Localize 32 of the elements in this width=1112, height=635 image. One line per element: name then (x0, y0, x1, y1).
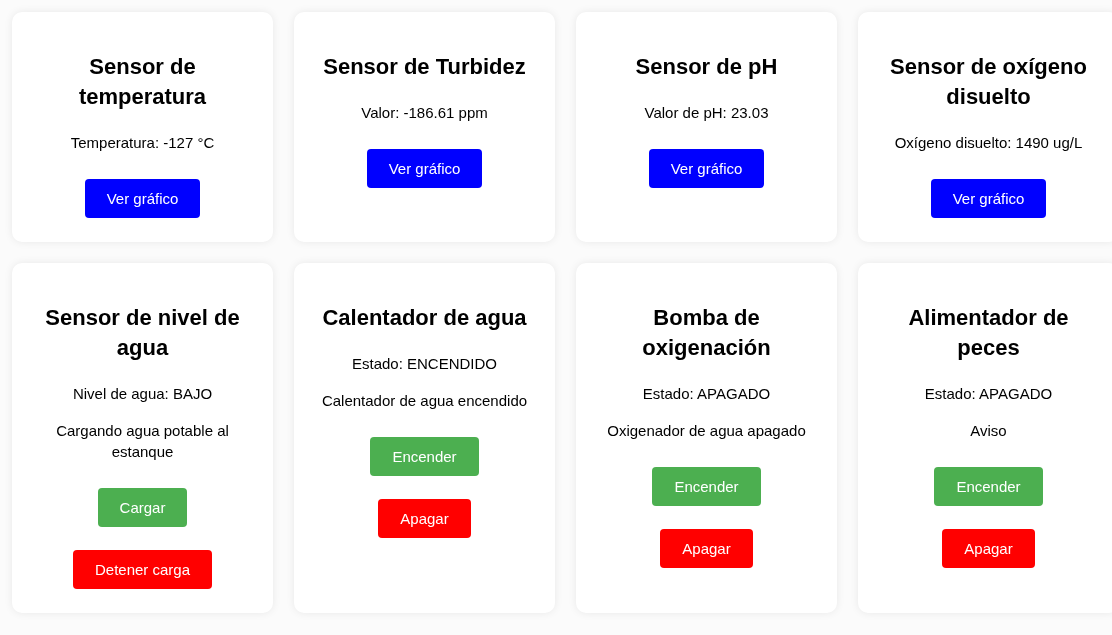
status-text: Calentador de agua encendido (321, 391, 528, 411)
action-button[interactable]: Encender (652, 467, 761, 506)
action-button[interactable]: Apagar (378, 499, 471, 538)
action-button[interactable]: Detener carga (72, 550, 213, 589)
action-button[interactable]: Apagar (942, 529, 1035, 568)
status-text: Nivel de agua: BAJO (72, 384, 213, 404)
card-title: Sensor de Turbidez (323, 53, 526, 81)
card-title: Alimentador de peces (907, 304, 1070, 362)
status-text: Estado: APAGADO (642, 384, 771, 404)
action-button[interactable]: Ver gráfico (366, 149, 483, 188)
card-title: Sensor de pH (635, 53, 778, 81)
action-button[interactable]: Cargar (97, 488, 188, 527)
status-text: Oxígeno disuelto: 1490 ug/L (894, 133, 1083, 153)
status-text: Valor: -186.61 ppm (361, 103, 488, 123)
card-title: Sensor de nivel de agua (44, 304, 241, 362)
status-text: Cargando agua potable al estanque (55, 421, 230, 462)
status-text: Oxigenador de agua apagado (607, 421, 806, 441)
status-text: Estado: ENCENDIDO (351, 354, 497, 374)
card-title: Sensor de temperatura (77, 53, 208, 111)
action-button[interactable]: Apagar (660, 529, 753, 568)
card-title: Calentador de agua (322, 304, 527, 332)
action-button[interactable]: Ver gráfico (930, 179, 1047, 218)
action-button[interactable]: Ver gráfico (648, 149, 765, 188)
status-text: Valor de pH: 23.03 (644, 103, 769, 123)
status-text: Estado: APAGADO (924, 384, 1053, 404)
status-text: Temperatura: -127 °C (70, 133, 215, 153)
card-title: Sensor de oxígeno disuelto (889, 53, 1088, 111)
card-title: Bomba de oxigenación (641, 304, 772, 362)
action-button[interactable]: Encender (370, 437, 479, 476)
action-button[interactable]: Ver gráfico (84, 179, 201, 218)
status-text: Aviso (970, 421, 1007, 441)
action-button[interactable]: Encender (934, 467, 1043, 506)
